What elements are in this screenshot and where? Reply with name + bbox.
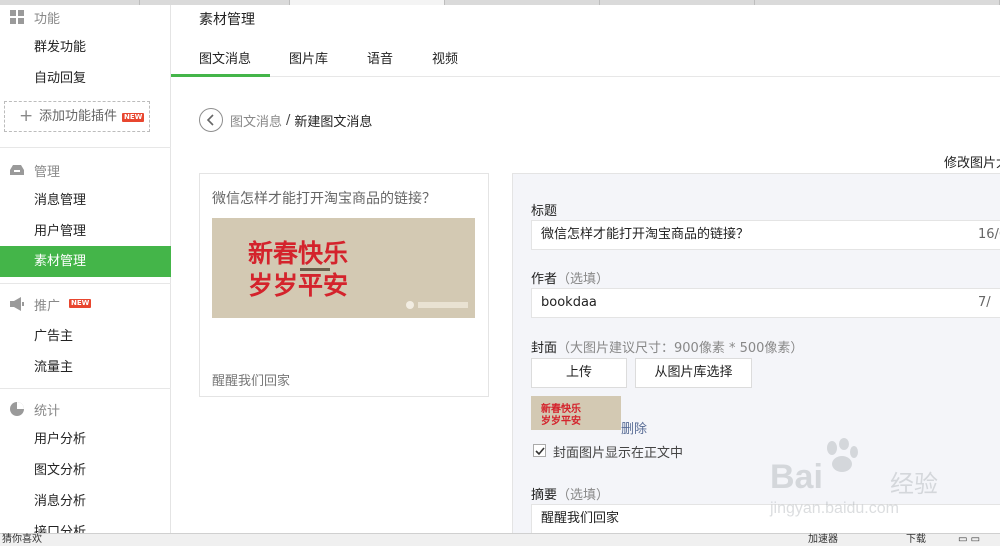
thumb-text-line-1: 新春快乐: [541, 402, 581, 415]
sidebar-section-function: 功能: [0, 5, 171, 29]
author-label: 作者（选填）: [531, 268, 609, 287]
megaphone-icon: [10, 297, 24, 311]
title-value: 微信怎样才能打开淘宝商品的链接？: [541, 227, 750, 242]
sidebar-item-message-analysis[interactable]: 消息分析: [0, 486, 171, 517]
grid-icon: [10, 10, 24, 24]
divider: [0, 147, 171, 148]
sidebar-section-label: 统计: [34, 404, 61, 419]
author-input[interactable]: bookdaa 7/: [531, 288, 1000, 318]
choose-from-library-button[interactable]: 从图片库选择: [635, 358, 752, 388]
add-plugin-button[interactable]: + 添加功能插件 NEW: [4, 101, 150, 132]
back-button[interactable]: [199, 108, 223, 132]
sidebar-item-mass-send[interactable]: 群发功能: [0, 32, 171, 63]
sidebar-item-user-analysis[interactable]: 用户分析: [0, 424, 171, 455]
sidebar-item-publisher[interactable]: 流量主: [0, 352, 171, 383]
sidebar-section-label: 功能: [34, 12, 61, 27]
upload-button[interactable]: 上传: [531, 358, 627, 388]
new-badge: NEW: [122, 113, 145, 122]
tab-video[interactable]: 视频: [432, 48, 458, 67]
sidebar: 功能 群发功能 自动回复 + 添加功能插件 NEW 管理 消息管理 用户管理 素…: [0, 5, 171, 540]
show-cover-checkbox[interactable]: [533, 444, 546, 457]
sidebar-item-user-manage[interactable]: 用户管理: [0, 216, 171, 247]
add-plugin-label: 添加功能插件: [39, 109, 118, 124]
sidebar-item-article-analysis[interactable]: 图文分析: [0, 455, 171, 486]
title-input[interactable]: 微信怎样才能打开淘宝商品的链接？ 16/6: [531, 220, 1000, 250]
optional-hint: （选填）: [557, 488, 610, 503]
tab-images[interactable]: 图片库: [289, 48, 328, 67]
breadcrumb: 图文消息 / 新建图文消息: [199, 107, 372, 133]
sidebar-section-stats: 统计: [0, 397, 171, 421]
divider: [0, 388, 171, 389]
sidebar-section-promote: 推广 NEW: [0, 292, 171, 316]
checkmark-icon: [535, 447, 545, 456]
cover-text-line-2: 岁岁平安: [248, 271, 348, 300]
modify-image-size-link[interactable]: 修改图片大: [944, 152, 1000, 171]
author-label-text: 作者: [531, 272, 558, 287]
cover-text-line-1: 新春快乐: [248, 239, 348, 268]
digest-label-text: 摘要: [531, 488, 558, 503]
cover-label: 封面（大图片建议尺寸：900像素 * 500像素）: [531, 337, 803, 356]
divider: [0, 283, 171, 284]
sidebar-item-advertiser[interactable]: 广告主: [0, 321, 171, 352]
cover-thumbnail-art: 新春快乐 岁岁平安: [531, 396, 621, 430]
inbox-icon: [10, 165, 24, 175]
author-value: bookdaa: [541, 295, 597, 310]
cover-artwork: 新春快乐 岁岁平安: [212, 218, 475, 318]
digest-label: 摘要（选填）: [531, 484, 609, 503]
preview-digest: 醒醒我们回家: [212, 374, 291, 389]
new-badge: NEW: [69, 299, 92, 308]
sidebar-section-label: 推广: [34, 299, 61, 314]
title-char-count: 16/6: [978, 227, 1000, 242]
sidebar-section-label: 管理: [34, 165, 61, 180]
sidebar-item-material-manage[interactable]: 素材管理: [0, 246, 171, 277]
chevron-left-icon: [206, 114, 214, 126]
delete-cover-link[interactable]: 删除: [621, 418, 647, 437]
preview-cover-image: 新春快乐 岁岁平安: [212, 218, 475, 318]
sidebar-item-auto-reply[interactable]: 自动回复: [0, 63, 171, 94]
article-preview-card[interactable]: 微信怎样才能打开淘宝商品的链接？ 新春快乐 岁岁平安 醒醒我们回家: [199, 173, 489, 397]
page-title: 素材管理: [199, 12, 255, 28]
title-label: 标题: [531, 204, 558, 219]
cover-thumbnail: 新春快乐 岁岁平安: [531, 396, 621, 430]
accelerator-button[interactable]: 加速器: [808, 534, 838, 546]
tab-bar: 图文消息 图片库 语音 视频: [171, 41, 1000, 77]
tab-articles[interactable]: 图文消息: [199, 48, 251, 67]
breadcrumb-current: 新建图文消息: [294, 114, 373, 130]
statusbar-icons[interactable]: ▭ ▭: [958, 534, 980, 546]
sidebar-item-message-manage[interactable]: 消息管理: [0, 185, 171, 216]
pie-chart-icon: [10, 402, 24, 416]
active-tab-indicator: [171, 74, 270, 77]
sidebar-section-manage: 管理: [0, 158, 171, 182]
optional-hint: （选填）: [557, 272, 610, 287]
guess-you-like-link[interactable]: 猜你喜欢: [2, 534, 42, 546]
thumb-text-line-2: 岁岁平安: [541, 414, 581, 427]
digest-value: 醒醒我们回家: [541, 511, 620, 526]
plus-icon: +: [19, 106, 34, 126]
breadcrumb-separator: /: [286, 112, 291, 128]
cover-label-text: 封面: [531, 341, 558, 356]
preview-title: 微信怎样才能打开淘宝商品的链接？: [212, 191, 436, 207]
tab-voice[interactable]: 语音: [367, 48, 393, 67]
cover-size-hint: （大图片建议尺寸：900像素 * 500像素）: [557, 341, 804, 356]
browser-status-bar: 猜你喜欢 加速器 下载 ▭ ▭: [0, 533, 1000, 546]
breadcrumb-parent-link[interactable]: 图文消息: [230, 111, 282, 130]
article-edit-form: 标题 微信怎样才能打开淘宝商品的链接？ 16/6 作者（选填） bookdaa …: [512, 173, 1000, 533]
show-cover-label[interactable]: 封面图片显示在正文中: [553, 442, 683, 461]
main-content: 素材管理 图文消息 图片库 语音 视频 图文消息 / 新建图文消息 修改图片大 …: [171, 5, 1000, 533]
author-char-count: 7/: [978, 295, 991, 310]
download-button[interactable]: 下载: [906, 534, 926, 546]
digest-textarea[interactable]: 醒醒我们回家: [531, 504, 1000, 533]
